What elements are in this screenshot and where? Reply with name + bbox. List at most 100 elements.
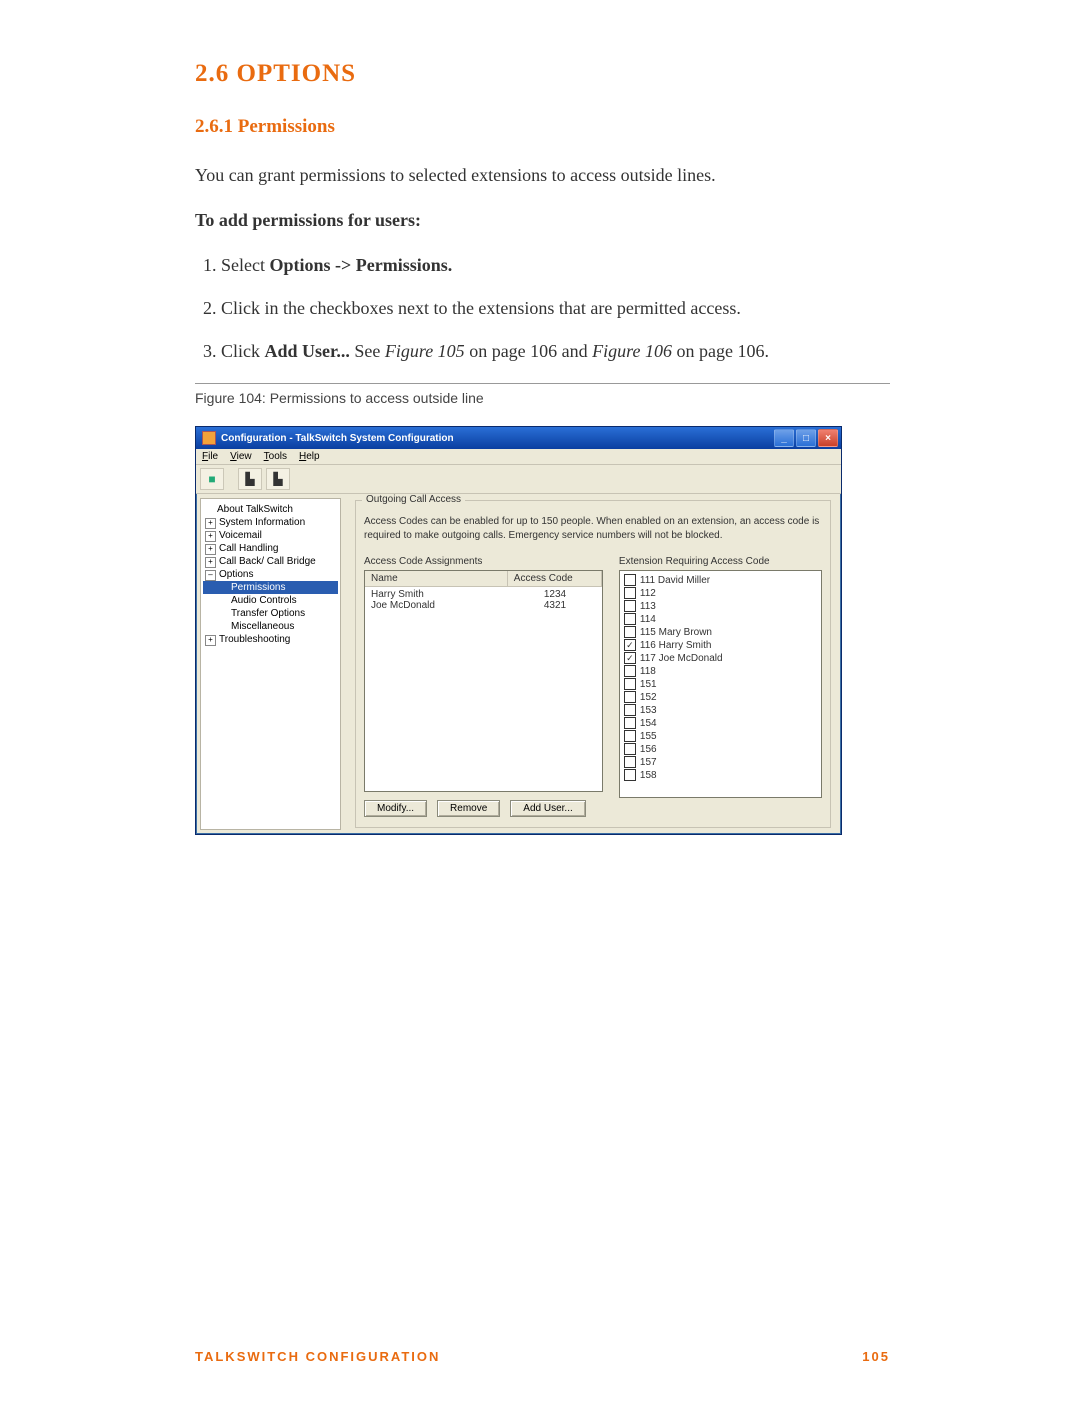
menu-file[interactable]: File (202, 451, 218, 462)
cell-code: 4321 (508, 600, 602, 611)
list-item[interactable]: 154 (624, 717, 817, 730)
tree-about[interactable]: About TalkSwitch (203, 503, 338, 516)
list-item[interactable]: 112 (624, 587, 817, 600)
list-header: Name Access Code (365, 571, 602, 587)
extension-label: 153 (640, 705, 657, 716)
extension-label: 151 (640, 679, 657, 690)
checkbox-icon[interactable] (624, 574, 636, 586)
remove-button[interactable]: Remove (437, 800, 500, 817)
list-item[interactable]: 152 (624, 691, 817, 704)
close-button[interactable]: × (818, 429, 838, 447)
extension-list[interactable]: 111 David Miller112113114115 Mary Brown1… (619, 570, 822, 798)
toolbar: ■ ▙ ▙ (196, 465, 841, 494)
toolbar-button-3[interactable]: ▙ (266, 468, 290, 490)
nav-tree[interactable]: About TalkSwitch +System Information +Vo… (200, 498, 341, 830)
checkbox-icon[interactable] (624, 756, 636, 768)
tree-permissions[interactable]: Permissions (203, 581, 338, 594)
menu-tools[interactable]: Tools (264, 451, 287, 462)
checkbox-icon[interactable] (624, 730, 636, 742)
checkbox-icon[interactable] (624, 769, 636, 781)
cell-code: 1234 (508, 589, 602, 600)
extension-label: 115 Mary Brown (640, 627, 712, 638)
maximize-button[interactable]: □ (796, 429, 816, 447)
page-footer: TALKSWITCH CONFIGURATION 105 (195, 1349, 890, 1364)
checkbox-icon[interactable] (624, 600, 636, 612)
tree-transfer[interactable]: Transfer Options (203, 607, 338, 620)
extension-label: 152 (640, 692, 657, 703)
checkbox-icon[interactable] (624, 678, 636, 690)
window-titlebar[interactable]: Configuration - TalkSwitch System Config… (196, 427, 841, 449)
list-item[interactable]: 157 (624, 756, 817, 769)
access-code-list[interactable]: Name Access Code Harry Smith1234Joe McDo… (364, 570, 603, 792)
checkbox-icon[interactable] (624, 587, 636, 599)
tree-voicemail[interactable]: +Voicemail (203, 529, 338, 542)
tree-options[interactable]: –Options (203, 568, 338, 581)
checkbox-icon[interactable] (624, 626, 636, 638)
menu-bar: File View Tools Help (196, 449, 841, 465)
minimize-button[interactable]: _ (774, 429, 794, 447)
extension-label: 111 David Miller (640, 575, 710, 586)
table-row[interactable]: Harry Smith1234 (365, 589, 602, 600)
checkbox-icon[interactable] (624, 639, 636, 651)
list-item[interactable]: 115 Mary Brown (624, 626, 817, 639)
tree-callback[interactable]: +Call Back/ Call Bridge (203, 555, 338, 568)
section-number: 2.6 (195, 60, 229, 87)
tree-callhandling[interactable]: +Call Handling (203, 542, 338, 555)
list-item[interactable]: 158 (624, 769, 817, 782)
extension-label: 154 (640, 718, 657, 729)
tree-sysinfo[interactable]: +System Information (203, 516, 338, 529)
checkbox-icon[interactable] (624, 704, 636, 716)
list-item[interactable]: 114 (624, 613, 817, 626)
list-item[interactable]: 151 (624, 678, 817, 691)
extension-label: 155 (640, 731, 657, 742)
checkbox-icon[interactable] (624, 743, 636, 755)
assignments-label: Access Code Assignments (364, 556, 603, 567)
section-title: OPTIONS (237, 60, 357, 87)
checkbox-icon[interactable] (624, 717, 636, 729)
extension-label: 156 (640, 744, 657, 755)
plus-icon[interactable]: + (205, 635, 216, 646)
table-row[interactable]: Joe McDonald4321 (365, 600, 602, 611)
menu-view[interactable]: View (230, 451, 252, 462)
list-item[interactable]: 116 Harry Smith (624, 639, 817, 652)
tree-trouble[interactable]: +Troubleshooting (203, 633, 338, 646)
plus-icon[interactable]: + (205, 531, 216, 542)
list-item[interactable]: 118 (624, 665, 817, 678)
extension-label: 158 (640, 770, 657, 781)
tree-misc[interactable]: Miscellaneous (203, 620, 338, 633)
toolbar-button-2[interactable]: ▙ (238, 468, 262, 490)
figure-caption: Figure 104: Permissions to access outsid… (195, 390, 890, 406)
outgoing-call-access-group: Outgoing Call Access Access Codes can be… (355, 500, 831, 828)
list-item[interactable]: 113 (624, 600, 817, 613)
subsection-heading: 2.6.1 Permissions (195, 116, 890, 138)
menu-help[interactable]: Help (299, 451, 320, 462)
checkbox-icon[interactable] (624, 665, 636, 677)
app-icon (202, 431, 216, 445)
step-1: Select Options -> Permissions. (221, 252, 890, 279)
main-panel: Outgoing Call Access Access Codes can be… (345, 494, 841, 834)
list-item[interactable]: 156 (624, 743, 817, 756)
plus-icon[interactable]: + (205, 544, 216, 555)
plus-icon[interactable]: + (205, 557, 216, 568)
procedure-list: Select Options -> Permissions. Click in … (195, 252, 890, 365)
footer-left: TALKSWITCH CONFIGURATION (195, 1349, 440, 1364)
plus-icon[interactable]: + (205, 518, 216, 529)
minus-icon[interactable]: – (205, 570, 216, 581)
section-heading: 2.6 OPTIONS (195, 60, 890, 88)
header-code[interactable]: Access Code (508, 571, 602, 586)
tree-audio[interactable]: Audio Controls (203, 594, 338, 607)
list-item[interactable]: 111 David Miller (624, 574, 817, 587)
procedure-heading: To add permissions for users: (195, 207, 890, 234)
extension-label: 114 (640, 614, 656, 625)
toolbar-button-1[interactable]: ■ (200, 468, 224, 490)
checkbox-icon[interactable] (624, 613, 636, 625)
list-item[interactable]: 155 (624, 730, 817, 743)
modify-button[interactable]: Modify... (364, 800, 427, 817)
header-name[interactable]: Name (365, 571, 508, 586)
checkbox-icon[interactable] (624, 691, 636, 703)
checkbox-icon[interactable] (624, 652, 636, 664)
add-user-button[interactable]: Add User... (510, 800, 585, 817)
subsection-title: Permissions (238, 116, 335, 137)
list-item[interactable]: 117 Joe McDonald (624, 652, 817, 665)
list-item[interactable]: 153 (624, 704, 817, 717)
